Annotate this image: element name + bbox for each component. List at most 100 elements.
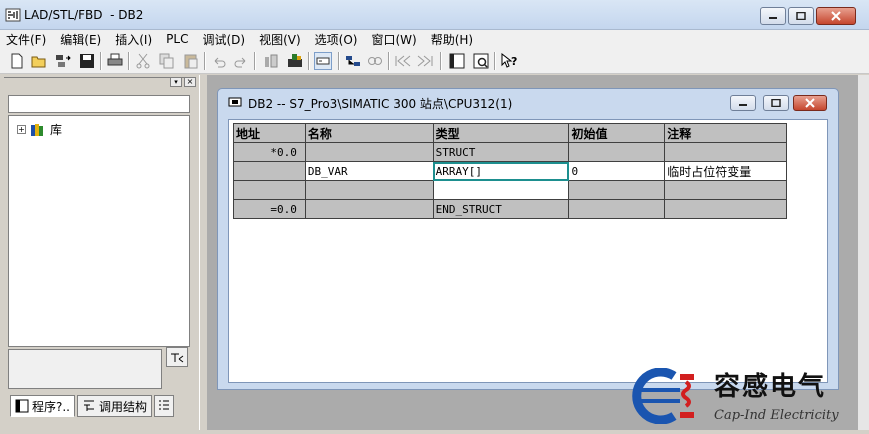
info-toggle-button[interactable]	[166, 347, 188, 367]
menu-view[interactable]: 视图(V)	[259, 31, 301, 48]
watermark-english: Cap-Ind Electricity	[714, 408, 839, 423]
watermark-name: 容感电气	[714, 372, 827, 402]
cell-comment[interactable]	[664, 180, 787, 200]
cell-type[interactable]	[432, 180, 570, 200]
cell-type-editing[interactable]: ARRAY[]	[432, 161, 570, 181]
block-compare-icon[interactable]	[344, 52, 362, 70]
cell-name[interactable]: DB_VAR	[304, 161, 434, 181]
info-box	[8, 349, 162, 389]
child-minimize-button[interactable]	[730, 95, 756, 111]
declaration-area: 地址 名称 类型 初始值 注释 *0.0 STRUCT DB_VAR ARRAY…	[228, 119, 828, 383]
tab-program-elements[interactable]: 程序?..	[10, 395, 75, 417]
column-header: 初始值	[568, 123, 666, 143]
cell-name[interactable]	[304, 180, 434, 200]
close-button[interactable]	[816, 7, 856, 25]
new-icon[interactable]	[8, 52, 26, 70]
accessible-nodes-icon[interactable]	[54, 52, 72, 70]
cut-icon[interactable]	[134, 52, 152, 70]
undo-icon[interactable]	[210, 52, 228, 70]
tree-item-library[interactable]: + 库	[17, 121, 62, 138]
layout-icon[interactable]	[448, 52, 466, 70]
tab-more[interactable]	[154, 395, 175, 417]
panel-filter-field[interactable]	[8, 95, 190, 113]
menu-file[interactable]: 文件(F)	[6, 31, 46, 48]
restore-icon	[771, 99, 781, 107]
next-icon[interactable]	[416, 52, 434, 70]
cell-comment[interactable]	[664, 142, 787, 162]
open-icon[interactable]	[30, 52, 48, 70]
table-header-row: 地址 名称 类型 初始值 注释	[233, 123, 787, 143]
table-row[interactable]: =0.0 END_STRUCT	[233, 199, 787, 219]
menu-help[interactable]: 帮助(H)	[431, 31, 473, 48]
table-row[interactable]	[233, 180, 787, 200]
expand-icon[interactable]: +	[17, 125, 26, 134]
window-title: LAD/STL/FBD - DB2	[24, 8, 144, 22]
child-window-title: DB2 -- S7_Pro3\SIMATIC 300 站点\CPU312(1)	[248, 97, 513, 111]
panel-dropdown-button[interactable]: ▾	[170, 77, 182, 87]
close-icon	[831, 11, 841, 21]
cell-address: =0.0	[233, 199, 306, 219]
data-block-icon	[228, 97, 242, 107]
print-icon[interactable]	[106, 52, 124, 70]
menu-debug[interactable]: 调试(D)	[202, 31, 245, 48]
find-icon[interactable]	[366, 52, 384, 70]
panel-tabs: 程序?.. 调用结构	[10, 395, 176, 419]
child-close-button[interactable]	[793, 95, 827, 111]
cell-comment[interactable]: 临时占位符变量	[664, 161, 787, 181]
child-maximize-button[interactable]	[763, 95, 789, 111]
cell-initial[interactable]: 0	[568, 161, 666, 181]
maximize-icon	[796, 12, 806, 20]
cell-address	[233, 180, 306, 200]
monitor-icon[interactable]	[286, 52, 304, 70]
tab-label: 调用结构	[99, 399, 148, 414]
cell-initial[interactable]	[568, 142, 666, 162]
cell-name[interactable]	[304, 142, 434, 162]
column-header: 名称	[304, 123, 434, 143]
tab-call-structure[interactable]: 调用结构	[77, 395, 153, 417]
split-view-icon[interactable]	[472, 52, 490, 70]
info-toggle-icon	[171, 353, 184, 363]
cell-type[interactable]: STRUCT	[432, 142, 570, 162]
column-header: 地址	[233, 123, 306, 143]
copy-icon[interactable]	[158, 52, 176, 70]
download-icon[interactable]	[262, 52, 280, 70]
table-row[interactable]: DB_VAR ARRAY[] 0 临时占位符变量	[233, 161, 787, 181]
panel-header	[4, 77, 196, 88]
title-bar: LAD/STL/FBD - DB2	[0, 0, 869, 30]
tree-item-label: 库	[50, 123, 63, 137]
db-editor-window: DB2 -- S7_Pro3\SIMATIC 300 站点\CPU312(1) …	[217, 88, 839, 390]
call-structure-icon	[84, 400, 94, 411]
overview-icon[interactable]	[314, 52, 332, 70]
cell-initial[interactable]	[568, 180, 666, 200]
menu-edit[interactable]: 编辑(E)	[60, 31, 101, 48]
panel-splitter[interactable]	[199, 75, 207, 430]
app-icon	[5, 8, 21, 22]
program-elements-icon	[15, 399, 29, 413]
cell-comment[interactable]	[664, 199, 787, 219]
watermark: 容感电气 Cap-Ind Electricity	[628, 364, 868, 430]
close-icon	[805, 98, 815, 108]
save-icon[interactable]	[78, 52, 96, 70]
prev-icon[interactable]	[394, 52, 412, 70]
child-title-bar: DB2 -- S7_Pro3\SIMATIC 300 站点\CPU312(1)	[218, 89, 838, 115]
menu-insert[interactable]: 插入(I)	[115, 31, 152, 48]
cell-address: *0.0	[233, 142, 306, 162]
column-header: 类型	[432, 123, 570, 143]
cell-type[interactable]: END_STRUCT	[432, 199, 570, 219]
redo-icon[interactable]	[232, 52, 250, 70]
menu-window[interactable]: 窗口(W)	[371, 31, 416, 48]
help-pointer-icon[interactable]: ?	[500, 52, 518, 70]
panel-close-button[interactable]: ×	[184, 77, 196, 87]
minimize-button[interactable]	[760, 7, 786, 25]
declaration-table: 地址 名称 类型 初始值 注释 *0.0 STRUCT DB_VAR ARRAY…	[233, 123, 787, 219]
cell-initial[interactable]	[568, 199, 666, 219]
maximize-button[interactable]	[788, 7, 814, 25]
menu-options[interactable]: 选项(O)	[315, 31, 358, 48]
paste-icon[interactable]	[182, 52, 200, 70]
company-logo	[632, 368, 694, 424]
table-row[interactable]: *0.0 STRUCT	[233, 142, 787, 162]
element-tree[interactable]: + 库	[8, 115, 190, 347]
cell-name[interactable]	[304, 199, 434, 219]
svg-text:?: ?	[511, 55, 517, 68]
menu-plc[interactable]: PLC	[166, 32, 188, 46]
